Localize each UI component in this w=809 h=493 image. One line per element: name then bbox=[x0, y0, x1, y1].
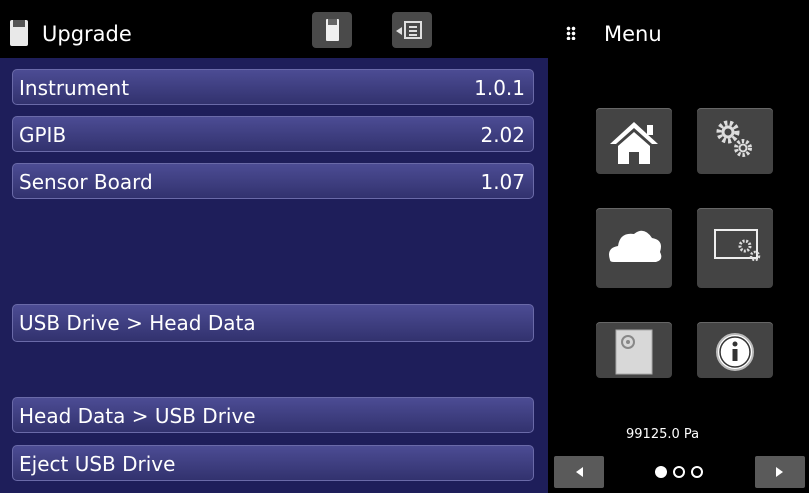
page-title: Upgrade bbox=[42, 22, 132, 46]
arrow-left-icon bbox=[396, 27, 402, 35]
button-label: Eject USB Drive bbox=[19, 452, 176, 476]
next-page-button[interactable] bbox=[755, 456, 805, 488]
row-value: 1.07 bbox=[480, 170, 525, 194]
eject-usb-button[interactable]: Eject USB Drive bbox=[12, 445, 534, 481]
pressure-readout: 99125.0 Pa bbox=[626, 427, 700, 442]
row-sensor-board[interactable]: Sensor Board 1.07 bbox=[12, 163, 534, 199]
head-to-usb-button[interactable]: Head Data > USB Drive bbox=[12, 397, 534, 433]
document-icon bbox=[404, 21, 422, 39]
menu-title: Menu bbox=[604, 22, 662, 46]
usb-to-head-button[interactable]: USB Drive > Head Data bbox=[12, 304, 534, 342]
home-icon bbox=[610, 122, 658, 164]
display-settings-tile[interactable] bbox=[697, 208, 773, 288]
usb-drive-icon bbox=[10, 20, 28, 46]
row-value: 2.02 bbox=[480, 123, 525, 147]
export-button[interactable] bbox=[392, 12, 432, 48]
button-label: USB Drive > Head Data bbox=[19, 311, 256, 335]
storage-tile[interactable] bbox=[596, 322, 672, 378]
button-label: Head Data > USB Drive bbox=[19, 404, 256, 428]
gears-icon bbox=[716, 120, 752, 157]
usb-icon bbox=[326, 19, 339, 41]
info-icon bbox=[716, 333, 754, 371]
row-value: 1.0.1 bbox=[474, 76, 525, 100]
row-gpib[interactable]: GPIB 2.02 bbox=[12, 116, 534, 152]
page-dot[interactable] bbox=[691, 466, 703, 478]
cloud-icon bbox=[609, 230, 662, 262]
cloud-tile[interactable] bbox=[596, 208, 672, 288]
settings-tile[interactable] bbox=[697, 108, 773, 174]
prev-page-button[interactable] bbox=[554, 456, 604, 488]
chevron-left-icon bbox=[576, 467, 583, 477]
page-dot-active[interactable] bbox=[655, 466, 667, 478]
row-label: Sensor Board bbox=[19, 170, 153, 194]
row-instrument[interactable]: Instrument 1.0.1 bbox=[12, 69, 534, 105]
usb-button[interactable] bbox=[312, 12, 352, 48]
grip-icon bbox=[566, 26, 576, 40]
row-label: Instrument bbox=[19, 76, 130, 100]
page-dot[interactable] bbox=[673, 466, 685, 478]
info-tile[interactable] bbox=[697, 322, 773, 378]
home-tile[interactable] bbox=[596, 108, 672, 174]
row-label: GPIB bbox=[19, 123, 67, 147]
chevron-right-icon bbox=[776, 467, 783, 477]
storage-icon bbox=[615, 329, 653, 375]
display-settings-icon bbox=[714, 229, 761, 262]
